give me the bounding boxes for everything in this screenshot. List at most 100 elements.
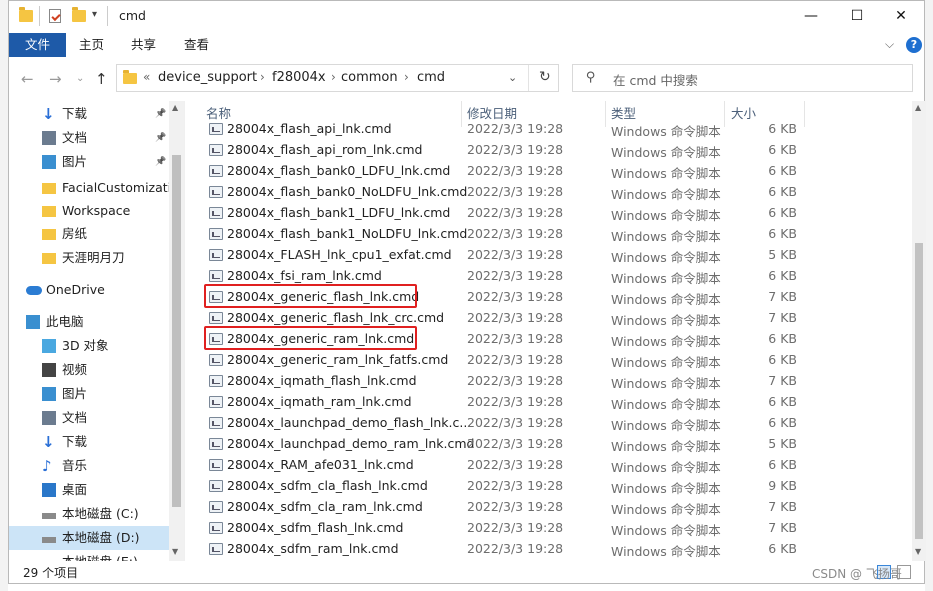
sidebar-item[interactable]: 文档 📌: [9, 126, 169, 150]
file-date: 2022/3/3 19:28: [467, 520, 564, 535]
sidebar-item[interactable]: OneDrive: [9, 278, 169, 302]
file-row[interactable]: 28004x_flash_api_rom_lnk.cmd 2022/3/3 19:…: [194, 140, 911, 161]
file-row[interactable]: 28004x_iqmath_flash_lnk.cmd 2022/3/3 19:2…: [194, 371, 911, 392]
breadcrumb-separator: ›: [404, 70, 409, 84]
properties-icon[interactable]: [49, 9, 61, 23]
background-page-left: [0, 0, 8, 591]
sidebar-item[interactable]: FacialCustomizatio: [9, 176, 169, 200]
sidebar-item[interactable]: Workspace: [9, 199, 169, 223]
file-name: 28004x_flash_bank1_NoLDFU_lnk.cmd: [227, 226, 468, 241]
file-row[interactable]: 28004x_generic_flash_lnk.cmd 2022/3/3 19:…: [194, 284, 911, 308]
minimize-button[interactable]: —: [788, 1, 834, 31]
sidebar-item[interactable]: 视频: [9, 358, 169, 382]
breadcrumb-overflow[interactable]: «: [143, 70, 150, 84]
file-date: 2022/3/3 19:28: [467, 289, 564, 304]
file-row[interactable]: 28004x_flash_bank1_LDFU_lnk.cmd 2022/3/3 …: [194, 203, 911, 224]
file-row[interactable]: 28004x_flash_api_lnk.cmd 2022/3/3 19:28 Wi…: [194, 119, 911, 140]
nav-scroll-thumb[interactable]: [172, 155, 181, 507]
up-button[interactable]: ↑: [95, 70, 108, 88]
file-row[interactable]: 28004x_RAM_afe031_lnk.cmd 2022/3/3 19:28 W…: [194, 455, 911, 476]
cmd-script-icon: [209, 438, 223, 450]
file-size: 7 KB: [768, 289, 797, 304]
sidebar-item-label: FacialCustomizatio: [62, 180, 169, 195]
search-box[interactable]: ⚲ 在 cmd 中搜索: [572, 64, 913, 92]
sidebar-item[interactable]: ↓ 下载: [9, 430, 169, 454]
sidebar-item[interactable]: 此电脑: [9, 310, 169, 334]
file-row[interactable]: 28004x_generic_ram_lnk.cmd 2022/3/3 19:28…: [194, 326, 911, 350]
recent-locations-button[interactable]: ⌄: [76, 73, 84, 84]
sidebar-item-label: 下载: [62, 434, 88, 449]
file-type: Windows 命令脚本: [611, 418, 721, 433]
breadcrumb-separator: ›: [260, 70, 265, 84]
sidebar-item[interactable]: 房纸: [9, 222, 169, 246]
breadcrumb-cmd[interactable]: cmd: [417, 70, 445, 85]
sidebar-item[interactable]: 桌面: [9, 478, 169, 502]
scroll-up-icon[interactable]: ▲: [915, 103, 921, 112]
file-date: 2022/3/3 19:28: [467, 436, 564, 451]
file-row[interactable]: 28004x_launchpad_demo_ram_lnk.cmd 2022/3/…: [194, 434, 911, 455]
file-name: 28004x_sdfm_flash_lnk.cmd: [227, 520, 404, 535]
file-row[interactable]: 28004x_flash_bank1_NoLDFU_lnk.cmd 2022/3/…: [194, 224, 911, 245]
file-row[interactable]: 28004x_iqmath_ram_lnk.cmd 2022/3/3 19:28 W…: [194, 392, 911, 413]
tab-view[interactable]: 查看: [171, 33, 222, 57]
sidebar-item[interactable]: ♪ 音乐: [9, 454, 169, 478]
sidebar-item[interactable]: 3D 对象: [9, 334, 169, 358]
file-name: 28004x_fsi_ram_lnk.cmd: [227, 268, 382, 283]
watermark: CSDN @ 飞扬哥: [812, 567, 902, 581]
file-row[interactable]: 28004x_flash_bank0_LDFU_lnk.cmd 2022/3/3 …: [194, 161, 911, 182]
picture-icon: [42, 387, 56, 401]
background-page-right: [925, 0, 933, 591]
tab-file[interactable]: 文件: [9, 33, 66, 57]
document-icon: [42, 411, 56, 425]
file-date: 2022/3/3 19:28: [467, 226, 564, 241]
breadcrumb-common[interactable]: common: [341, 70, 398, 85]
file-type: Windows 命令脚本: [611, 292, 721, 307]
sidebar-item[interactable]: 文档: [9, 406, 169, 430]
scroll-down-icon[interactable]: ▼: [172, 547, 178, 556]
forward-button[interactable]: →: [49, 70, 62, 88]
file-name: 28004x_generic_flash_lnk_crc.cmd: [227, 310, 445, 325]
collapse-ribbon-icon[interactable]: ⌵: [885, 37, 894, 52]
sidebar-item[interactable]: 本地磁盘 (C:): [9, 502, 169, 526]
sidebar-item[interactable]: ↓ 下载 📌: [9, 102, 169, 126]
navigation-pane: ↓ 下载 📌 文档 📌 图片 📌 FacialCustomizatio Workspace 房纸天…: [9, 101, 184, 561]
help-icon[interactable]: ?: [906, 37, 922, 53]
sidebar-item[interactable]: 本地磁盘 (D:): [9, 526, 169, 550]
sidebar-item[interactable]: 天涯明月刀: [9, 246, 169, 270]
refresh-icon[interactable]: ↻: [539, 69, 551, 85]
search-input[interactable]: 在 cmd 中搜索: [613, 70, 698, 89]
file-type: Windows 命令脚本: [611, 523, 721, 538]
file-row[interactable]: 28004x_launchpad_demo_flash_lnk.c... 2022…: [194, 413, 911, 434]
address-bar[interactable]: « device_support › f28004x › common › cm…: [116, 64, 559, 92]
file-row[interactable]: 28004x_generic_ram_lnk_fatfs.cmd 2022/3/3…: [194, 350, 911, 371]
list-scroll-thumb[interactable]: [915, 243, 923, 539]
customize-quick-access-icon[interactable]: ▾: [92, 9, 97, 20]
file-row[interactable]: 28004x_FLASH_lnk_cpu1_exfat.cmd 2022/3/3 …: [194, 245, 911, 266]
sidebar-item-label: 文档: [62, 410, 88, 425]
drive-icon: [42, 537, 56, 543]
file-row[interactable]: 28004x_flash_bank0_NoLDFU_lnk.cmd 2022/3/…: [194, 182, 911, 203]
sidebar-item[interactable]: 本地磁盘 (E:): [9, 550, 169, 561]
address-dropdown-icon[interactable]: ⌄: [508, 71, 517, 84]
computer-icon: [26, 315, 40, 329]
scroll-up-icon[interactable]: ▲: [172, 103, 178, 112]
back-button[interactable]: ←: [21, 70, 34, 88]
breadcrumb-device-support[interactable]: device_support: [158, 70, 257, 85]
file-row[interactable]: 28004x_sdfm_cla_ram_lnk.cmd 2022/3/3 19:2…: [194, 497, 911, 518]
breadcrumb-f28004x[interactable]: f28004x: [272, 70, 326, 85]
close-button[interactable]: ✕: [878, 1, 924, 31]
sidebar-item[interactable]: 图片: [9, 382, 169, 406]
file-row[interactable]: 28004x_sdfm_flash_lnk.cmd 2022/3/3 19:28 W…: [194, 518, 911, 539]
tab-share[interactable]: 共享: [118, 33, 169, 57]
file-row[interactable]: 28004x_sdfm_ram_lnk.cmd 2022/3/3 19:28 Win…: [194, 539, 911, 560]
file-list: 名称 ⌃ 修改日期 类型 大小 28004x_flash_api_lnk.cmd…: [194, 101, 911, 561]
scroll-down-icon[interactable]: ▼: [915, 547, 921, 556]
new-folder-icon[interactable]: [72, 7, 86, 22]
maximize-button[interactable]: ☐: [834, 1, 880, 31]
file-row[interactable]: 28004x_sdfm_cla_flash_lnk.cmd 2022/3/3 19…: [194, 476, 911, 497]
cmd-script-icon: [209, 312, 223, 324]
sidebar-item[interactable]: 图片 📌: [9, 150, 169, 174]
file-type: Windows 命令脚本: [611, 313, 721, 328]
file-name: 28004x_sdfm_cla_flash_lnk.cmd: [227, 478, 428, 493]
tab-home[interactable]: 主页: [66, 33, 117, 57]
